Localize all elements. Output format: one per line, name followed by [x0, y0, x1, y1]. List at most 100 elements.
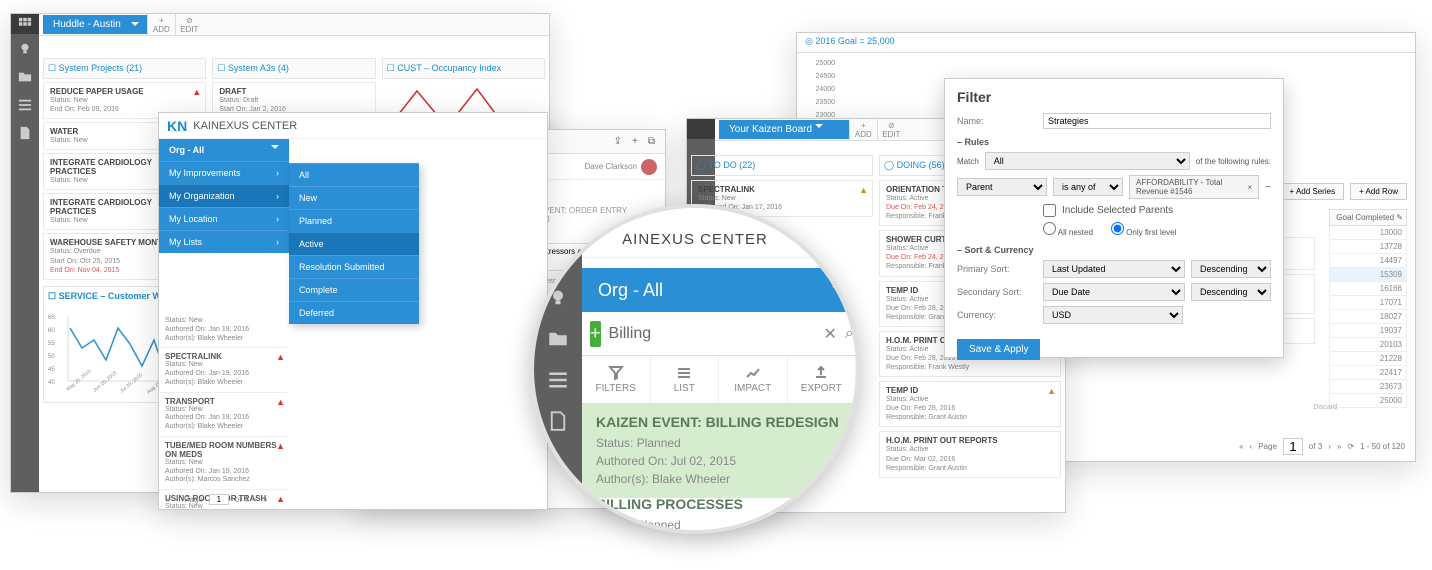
- bulb-icon[interactable]: [18, 42, 32, 58]
- prev-icon[interactable]: ‹: [1250, 442, 1253, 451]
- prev-icon[interactable]: «: [1239, 442, 1243, 451]
- edit-button[interactable]: ⊘EDIT: [877, 119, 905, 141]
- svg-text:65: 65: [48, 315, 55, 321]
- pager: «‹ Page of 3 ›» ⟳ 1 - 50 of 120: [1239, 438, 1405, 455]
- sort-header[interactable]: – Sort & Currency: [957, 245, 1271, 255]
- menu-item[interactable]: My Lists›: [159, 230, 289, 253]
- page-input[interactable]: [1283, 438, 1303, 455]
- add-series-button[interactable]: + Add Series: [1280, 183, 1344, 200]
- submenu-item[interactable]: Active: [289, 232, 419, 255]
- user-menu[interactable]: Dave Clarkson: [585, 159, 657, 175]
- board-title[interactable]: Your Kaizen Board: [719, 120, 849, 139]
- brand-title: AINEXUS CENTER: [534, 222, 856, 258]
- impact-button[interactable]: IMPACT: [719, 356, 788, 403]
- col-header[interactable]: ☐ System A3s (4): [212, 58, 375, 79]
- search-icon[interactable]: ⌕: [845, 325, 854, 343]
- center-panel: KNKAINEXUS CENTER Org - All My Improveme…: [158, 112, 548, 510]
- doc-icon[interactable]: [548, 411, 568, 436]
- close-icon[interactable]: ×: [1247, 183, 1252, 192]
- next-icon[interactable]: »: [1337, 442, 1341, 451]
- svg-text:55: 55: [48, 341, 55, 347]
- brand-bar: KNKAINEXUS CENTER: [159, 113, 547, 139]
- card[interactable]: H.O.M. PRINT OUT REPORTSStatus: ActiveDu…: [879, 431, 1061, 477]
- svg-text:May 20, 2015: May 20, 2015: [65, 368, 92, 392]
- list-icon[interactable]: [548, 370, 568, 395]
- list-item[interactable]: SPECTRALINKStatus: NewAuthored On: Jan 1…: [159, 348, 289, 392]
- match-select[interactable]: All: [985, 152, 1190, 170]
- org-menu: Org - All My Improvements› My Organizati…: [159, 139, 289, 253]
- list-item[interactable]: Status: NewAuthored On: Jan 19, 2016Auth…: [159, 313, 289, 348]
- page-input[interactable]: [209, 494, 229, 505]
- pager: «‹ Page of 4 ›»: [165, 494, 267, 505]
- add-row-button[interactable]: + Add Row: [1350, 183, 1407, 200]
- rule-op-select[interactable]: is any of: [1053, 178, 1123, 196]
- rules-header[interactable]: – Rules: [957, 137, 1271, 147]
- submenu-item[interactable]: New: [289, 186, 419, 209]
- col-header[interactable]: ☐ CUST – Occupancy Index: [382, 58, 545, 79]
- submenu-item[interactable]: Complete: [289, 278, 419, 301]
- menu-item[interactable]: My Improvements›: [159, 161, 289, 184]
- left-rail: [534, 208, 582, 530]
- clear-icon[interactable]: ✕: [824, 324, 837, 344]
- toolbar: FILTERS LIST IMPACT EXPORT: [582, 356, 856, 404]
- board-title[interactable]: Huddle - Austin: [43, 15, 147, 34]
- goal-col-header[interactable]: Goal Completed ✎: [1329, 209, 1407, 226]
- list-icon[interactable]: [18, 98, 32, 114]
- secondary-dir-select[interactable]: Descending: [1191, 283, 1271, 301]
- list-item[interactable]: TRANSPORTStatus: NewAuthored On: Jan 19,…: [159, 393, 289, 437]
- submenu-item[interactable]: Resolution Submitted: [289, 255, 419, 278]
- nested-radio[interactable]: All nested: [1043, 222, 1093, 237]
- include-parents-checkbox[interactable]: [1043, 204, 1056, 217]
- edit-button[interactable]: ⊘EDIT: [175, 14, 203, 36]
- folder-icon[interactable]: [548, 329, 568, 354]
- submenu: All New Planned Active Resolution Submit…: [289, 163, 419, 324]
- add-button[interactable]: +ADD: [147, 14, 175, 36]
- submenu-item[interactable]: Planned: [289, 209, 419, 232]
- list-item[interactable]: KAIZEN EVENT: BILLING REDESIGNStatus: Pl…: [582, 404, 856, 498]
- add-button[interactable]: +: [590, 321, 601, 347]
- rule-field-select[interactable]: Parent: [957, 178, 1047, 196]
- secondary-sort-select[interactable]: Due Date: [1043, 283, 1185, 301]
- bulb-icon[interactable]: [548, 288, 568, 313]
- menu-item[interactable]: My Location›: [159, 207, 289, 230]
- share-icon[interactable]: ⇪: [614, 136, 622, 147]
- primary-sort-select[interactable]: Last Updated: [1043, 260, 1185, 278]
- alert-icon: ▲: [276, 397, 285, 407]
- search-input[interactable]: [609, 325, 816, 343]
- rule-value-chip[interactable]: AFFORDABILITY - Total Revenue #1546 ×: [1129, 175, 1259, 199]
- menu-header[interactable]: Org - All: [159, 139, 289, 161]
- plus-icon[interactable]: +: [632, 136, 638, 147]
- svg-text:Jun 20, 2015: Jun 20, 2015: [92, 370, 118, 393]
- item-list: Status: NewAuthored On: Jan 19, 2016Auth…: [159, 313, 289, 509]
- filter-name-input[interactable]: [1043, 113, 1271, 129]
- menu-item[interactable]: My Organization›: [159, 184, 289, 207]
- col-header[interactable]: ◯ TO DO (22): [691, 155, 873, 176]
- card[interactable]: TEMP IDStatus: ActiveDue On: Feb 28, 201…: [879, 381, 1061, 427]
- list-item[interactable]: TUBE/MED ROOM NUMBERS ON MEDSStatus: New…: [159, 437, 289, 490]
- list-button[interactable]: LIST: [651, 356, 720, 403]
- remove-rule-icon[interactable]: −: [1265, 182, 1271, 193]
- goal-column: Goal Completed ✎ 1300013728 1449715309 1…: [1329, 209, 1407, 408]
- export-button[interactable]: EXPORT: [788, 356, 857, 403]
- tabs-icon[interactable]: ⧉: [648, 136, 655, 147]
- submenu-item[interactable]: All: [289, 163, 419, 186]
- filters-button[interactable]: FILTERS: [582, 356, 651, 403]
- save-apply-button[interactable]: Save & Apply: [957, 339, 1040, 360]
- caret-down-icon: [832, 286, 840, 294]
- doc-icon[interactable]: [18, 126, 32, 142]
- refresh-icon[interactable]: ⟳: [1347, 442, 1354, 451]
- folder-icon[interactable]: [18, 70, 32, 86]
- alert-icon: ▲: [192, 87, 201, 97]
- first-level-radio[interactable]: Only first level: [1111, 222, 1176, 237]
- discard-link[interactable]: Discard: [1313, 404, 1337, 411]
- list-item[interactable]: BILLING PROCESSESStatus: Plannedhored On…: [582, 486, 856, 534]
- next-icon[interactable]: ›: [1328, 442, 1331, 451]
- org-dropdown[interactable]: Org - All: [582, 268, 856, 312]
- grid-icon[interactable]: [11, 14, 39, 34]
- submenu-item[interactable]: Deferred: [289, 301, 419, 324]
- col-header[interactable]: ☐ System Projects (21): [43, 58, 206, 79]
- primary-dir-select[interactable]: Descending: [1191, 260, 1271, 278]
- add-button[interactable]: +ADD: [849, 119, 877, 141]
- currency-select[interactable]: USD: [1043, 306, 1183, 324]
- grid-icon[interactable]: [687, 119, 715, 139]
